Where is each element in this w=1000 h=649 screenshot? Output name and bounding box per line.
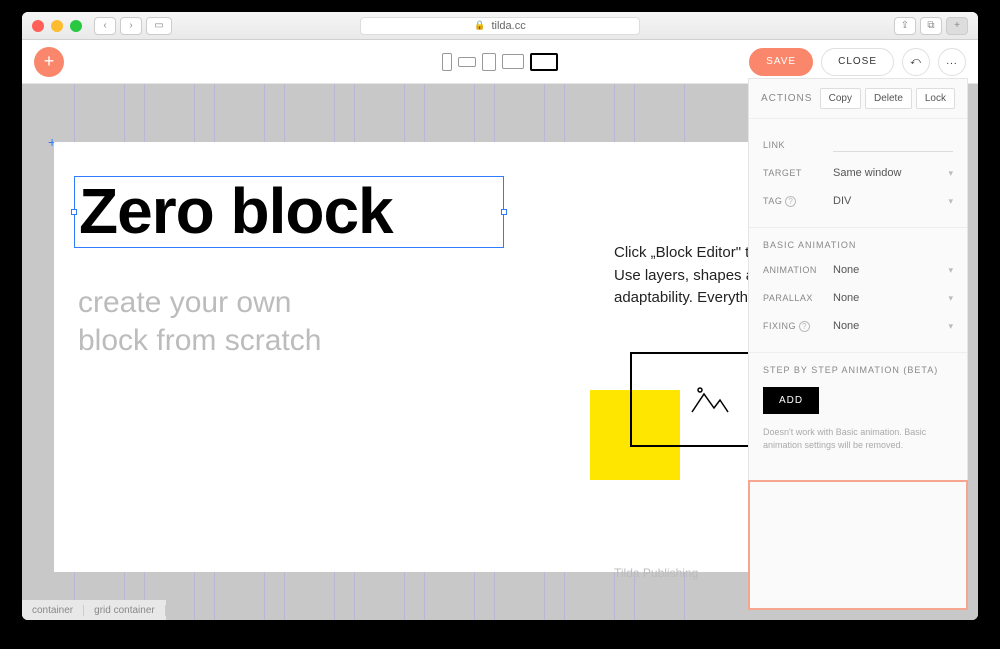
lock-button[interactable]: Lock (916, 88, 955, 109)
chevron-down-icon: ▾ (948, 168, 953, 179)
browser-window: ‹ › ▭ 🔒 tilda.cc ⇪ ⧉ + + SAVE (22, 12, 978, 620)
selected-text-frame[interactable]: Zero block (74, 176, 504, 248)
nav-buttons: ‹ › ▭ (94, 17, 172, 35)
fullscreen-window-icon[interactable] (70, 20, 82, 32)
device-desktop-icon[interactable] (530, 53, 558, 71)
parallax-select[interactable]: None (833, 292, 859, 304)
help-icon[interactable]: ? (799, 321, 810, 332)
close-window-icon[interactable] (32, 20, 44, 32)
share-button[interactable]: ⇪ (894, 17, 916, 35)
undo-icon: ⤺ (910, 56, 922, 67)
back-button[interactable]: ‹ (94, 17, 116, 35)
forward-button[interactable]: › (120, 17, 142, 35)
add-block-button[interactable]: + (34, 47, 64, 77)
animation-select[interactable]: None (833, 264, 859, 276)
url-host: tilda.cc (491, 20, 525, 32)
sidebar-toggle-button[interactable]: ▭ (146, 17, 172, 35)
panel-actions-row: ACTIONS Copy Delete Lock (749, 79, 967, 119)
target-label: TARGET (763, 168, 833, 178)
step-animation-section: STEP BY STEP ANIMATION (BETA) ADD Doesn'… (749, 353, 967, 463)
app-area: + SAVE CLOSE ⤺ ... (22, 40, 978, 620)
section-title: STEP BY STEP ANIMATION (BETA) (763, 365, 953, 375)
animation-label: ANIMATION (763, 265, 833, 275)
device-phone-icon[interactable] (442, 53, 452, 71)
breadcrumb-item[interactable]: container (22, 605, 84, 616)
parallax-label: PARALLAX (763, 293, 833, 303)
fixing-select[interactable]: None (833, 320, 859, 332)
footer-credit: Tilda Publishing (614, 566, 698, 580)
actions-label: ACTIONS (761, 93, 812, 104)
resize-handle-left[interactable] (71, 209, 77, 215)
heading-text[interactable]: Zero block (75, 177, 503, 245)
section-title: BASIC ANIMATION (763, 240, 953, 250)
delete-button[interactable]: Delete (865, 88, 912, 109)
inspector-panel: ACTIONS Copy Delete Lock LINK TARGET Sam… (748, 78, 968, 610)
chevron-down-icon: ▾ (948, 293, 953, 304)
lock-icon: 🔒 (474, 20, 485, 31)
help-icon[interactable]: ? (785, 196, 796, 207)
step-note: Doesn't work with Basic animation. Basic… (763, 426, 953, 451)
chevron-down-icon: ▾ (948, 196, 953, 207)
tag-label: TAG? (763, 196, 833, 207)
subheading-line: create your own (78, 284, 321, 322)
link-label: LINK (763, 140, 833, 150)
device-phone-landscape-icon[interactable] (458, 57, 476, 67)
link-section: LINK TARGET Same window ▾ TAG? DIV ▾ (749, 119, 967, 228)
minimize-window-icon[interactable] (51, 20, 63, 32)
more-icon: ... (946, 56, 957, 67)
device-preview-switcher (442, 53, 558, 71)
device-tablet-landscape-icon[interactable] (502, 54, 524, 69)
basic-animation-section: BASIC ANIMATION ANIMATION None ▾ PARALLA… (749, 228, 967, 353)
add-step-button[interactable]: ADD (763, 387, 819, 414)
close-button[interactable]: CLOSE (821, 48, 894, 76)
traffic-lights (32, 20, 82, 32)
tabs-button[interactable]: ⧉ (920, 17, 942, 35)
chevron-down-icon: ▾ (948, 321, 953, 332)
mac-titlebar: ‹ › ▭ 🔒 tilda.cc ⇪ ⧉ + (22, 12, 978, 40)
breadcrumb: container grid container (22, 600, 166, 620)
device-tablet-icon[interactable] (482, 53, 496, 71)
copy-button[interactable]: Copy (820, 88, 861, 109)
fixing-label: FIXING? (763, 321, 833, 332)
image-icon (690, 384, 730, 416)
new-tab-button[interactable]: + (946, 17, 968, 35)
target-select[interactable]: Same window (833, 167, 901, 179)
save-button[interactable]: SAVE (749, 48, 813, 76)
tag-select[interactable]: DIV (833, 195, 851, 207)
resize-handle-right[interactable] (501, 209, 507, 215)
subheading-line: block from scratch (78, 322, 321, 360)
more-menu-button[interactable]: ... (938, 48, 966, 76)
breadcrumb-item[interactable]: grid container (84, 605, 166, 616)
undo-button[interactable]: ⤺ (902, 48, 930, 76)
address-bar[interactable]: 🔒 tilda.cc (360, 17, 640, 35)
link-input[interactable] (833, 138, 953, 152)
chevron-down-icon: ▾ (948, 265, 953, 276)
subheading-text[interactable]: create your own block from scratch (78, 284, 321, 359)
